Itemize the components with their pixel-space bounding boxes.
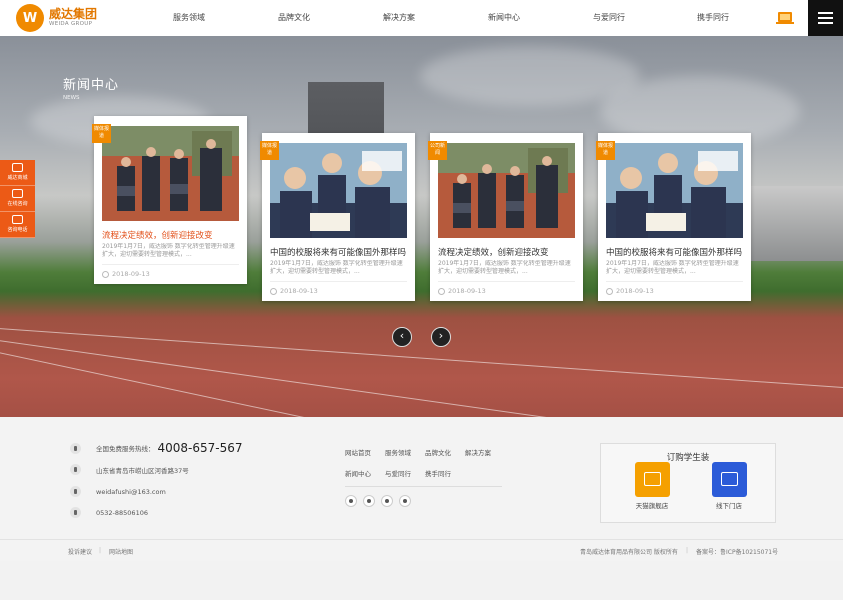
tmall-bag-icon (634, 462, 670, 497)
card-date: 2018-09-13 (438, 287, 486, 295)
telephone-icon (70, 507, 81, 518)
hero-banner: 新闻中心 NEWS 媒体报道 流程决定绩效，创新迎接改变 2019年1月7日，威… (0, 36, 843, 417)
news-photo (606, 143, 743, 238)
email-row: weidafushi@163.com (70, 486, 166, 497)
side-tool-shop[interactable]: 威达商城 (0, 160, 35, 186)
cart-icon (12, 163, 23, 172)
side-tool-consult[interactable]: 在线咨询 (0, 186, 35, 212)
background-building (750, 186, 843, 261)
logo-subname: WEIDA GROUP (49, 21, 93, 28)
track-line (0, 336, 843, 417)
social-links (345, 495, 417, 507)
news-card[interactable]: 媒体报道 流程决定绩效，创新迎接改变 2019年1月7日，威达服饰 数字化转型管… (92, 116, 247, 284)
clock-icon (270, 287, 277, 295)
carousel-prev-button[interactable]: ‹ (392, 327, 412, 347)
clock-icon (438, 287, 445, 295)
site-header: W 威达集团 WEIDA GROUP 服务领域 品牌文化 解决方案 新闻中心 与… (0, 0, 843, 36)
nav-item-together[interactable]: 携手同行 (697, 0, 729, 36)
card-date: 2018-09-13 (606, 287, 654, 295)
footer-link-brand[interactable]: 品牌文化 (425, 447, 451, 457)
nav-item-news[interactable]: 新闻中心 (488, 0, 520, 36)
nav-item-love[interactable]: 与爱同行 (593, 0, 625, 36)
footer-link-services[interactable]: 服务领域 (385, 447, 411, 457)
hotline-row: 全国免费服务热线： 4008-657-567 (70, 441, 243, 455)
complaint-link[interactable]: 投诉建议 (68, 547, 92, 556)
clock-icon (102, 270, 109, 278)
card-description: 2019年1月7日，威达服饰 数字化转型管理升级速扩大，迎切需要转型管理模式，.… (606, 260, 739, 275)
section-title: 新闻中心 NEWS (63, 78, 120, 101)
footer-links: 网站首页 服务领域 品牌文化 解决方案 新闻中心 与爱同行 携手同行 (345, 447, 505, 489)
news-photo (102, 126, 239, 221)
news-photo (438, 143, 575, 238)
news-card[interactable]: 媒体报道 中国的校服将来有可能像国外那样吗 2019年1月7日，威达服饰 数字化… (260, 133, 415, 301)
copyright-text: 青岛威达体育用品有限公司 版权所有 (580, 549, 678, 556)
phone-icon (12, 215, 23, 224)
wechat-icon[interactable] (345, 495, 357, 507)
menu-icon (818, 12, 833, 14)
side-tool-phone[interactable]: 咨询电话 (0, 212, 35, 238)
card-title[interactable]: 流程决定绩效，创新迎接改变 (102, 229, 240, 241)
hotline-number: 4008-657-567 (157, 441, 243, 455)
sitemap-link[interactable]: 网站地图 (109, 547, 133, 556)
footer-link-love[interactable]: 与爱同行 (385, 468, 411, 478)
news-card[interactable]: 媒体报道 中国的校服将来有可能像国外那样吗 2019年1月7日，威达服饰 数字化… (596, 133, 751, 301)
tmall-store-link[interactable]: 天猫旗舰店 (627, 462, 677, 510)
icp-text: 备案号：鲁ICP备10215071号 (696, 549, 779, 556)
email-icon (70, 486, 81, 497)
order-uniform-box: 订购学生装 天猫旗舰店 线下门店 (600, 443, 776, 523)
weibo-icon[interactable] (363, 495, 375, 507)
card-tag: 媒体报道 (596, 141, 615, 160)
address-row: 山东省青岛市崂山区河香路37号 (70, 464, 189, 475)
footer-link-home[interactable]: 网站首页 (345, 447, 371, 457)
logo-name: 威达集团 (49, 7, 98, 22)
footer-link-together[interactable]: 携手同行 (425, 468, 451, 478)
card-title[interactable]: 中国的校服将来有可能像国外那样吗 (270, 246, 408, 258)
qq-icon[interactable] (381, 495, 393, 507)
location-icon (70, 464, 81, 475)
logo[interactable]: W 威达集团 WEIDA GROUP (16, 4, 97, 32)
chat-icon (12, 189, 23, 198)
nav-item-services[interactable]: 服务领域 (173, 0, 205, 36)
copyright-bar: 投诉建议 | 网站地图 青岛威达体育用品有限公司 版权所有 | 备案号：鲁ICP… (0, 539, 843, 561)
footer-link-news[interactable]: 新闻中心 (345, 468, 371, 478)
footer-link-solutions[interactable]: 解决方案 (465, 447, 491, 457)
clock-icon (606, 287, 613, 295)
card-title[interactable]: 中国的校服将来有可能像国外那样吗 (606, 246, 744, 258)
card-tag: 媒体报道 (92, 124, 111, 143)
offline-store-link[interactable]: 线下门店 (704, 462, 754, 510)
share-icon[interactable] (399, 495, 411, 507)
phone-row: 0532-88506106 (70, 507, 148, 518)
side-toolbar: 威达商城 在线咨询 咨询电话 (0, 160, 35, 238)
card-tag: 媒体报道 (260, 141, 279, 160)
card-title[interactable]: 流程决定绩效，创新迎接改变 (438, 246, 576, 258)
card-description: 2019年1月7日，威达服饰 数字化转型管理升级速扩大，迎切需要转型管理模式，.… (102, 243, 235, 258)
carousel-next-button[interactable]: › (431, 327, 451, 347)
card-date: 2018-09-13 (102, 270, 150, 278)
card-tag: 公司新闻 (428, 141, 447, 160)
card-description: 2019年1月7日，威达服饰 数字化转型管理升级速扩大，迎切需要转型管理模式，.… (270, 260, 403, 275)
news-card[interactable]: 公司新闻 流程决定绩效，创新迎接改变 2019年1月7日，威达服饰 数字化转型管… (428, 133, 583, 301)
store-icon (711, 462, 747, 497)
logo-badge: W (16, 4, 44, 32)
laptop-icon[interactable] (776, 12, 794, 24)
site-footer: 全国免费服务热线： 4008-657-567 山东省青岛市崂山区河香路37号 w… (0, 417, 843, 539)
nav-item-brand[interactable]: 品牌文化 (278, 0, 310, 36)
menu-button[interactable] (808, 0, 843, 36)
news-photo (270, 143, 407, 238)
card-date: 2018-09-13 (270, 287, 318, 295)
mobile-icon (70, 442, 81, 454)
nav-item-solutions[interactable]: 解决方案 (383, 0, 415, 36)
card-description: 2019年1月7日，威达服饰 数字化转型管理升级速扩大，迎切需要转型管理模式，.… (438, 260, 571, 275)
